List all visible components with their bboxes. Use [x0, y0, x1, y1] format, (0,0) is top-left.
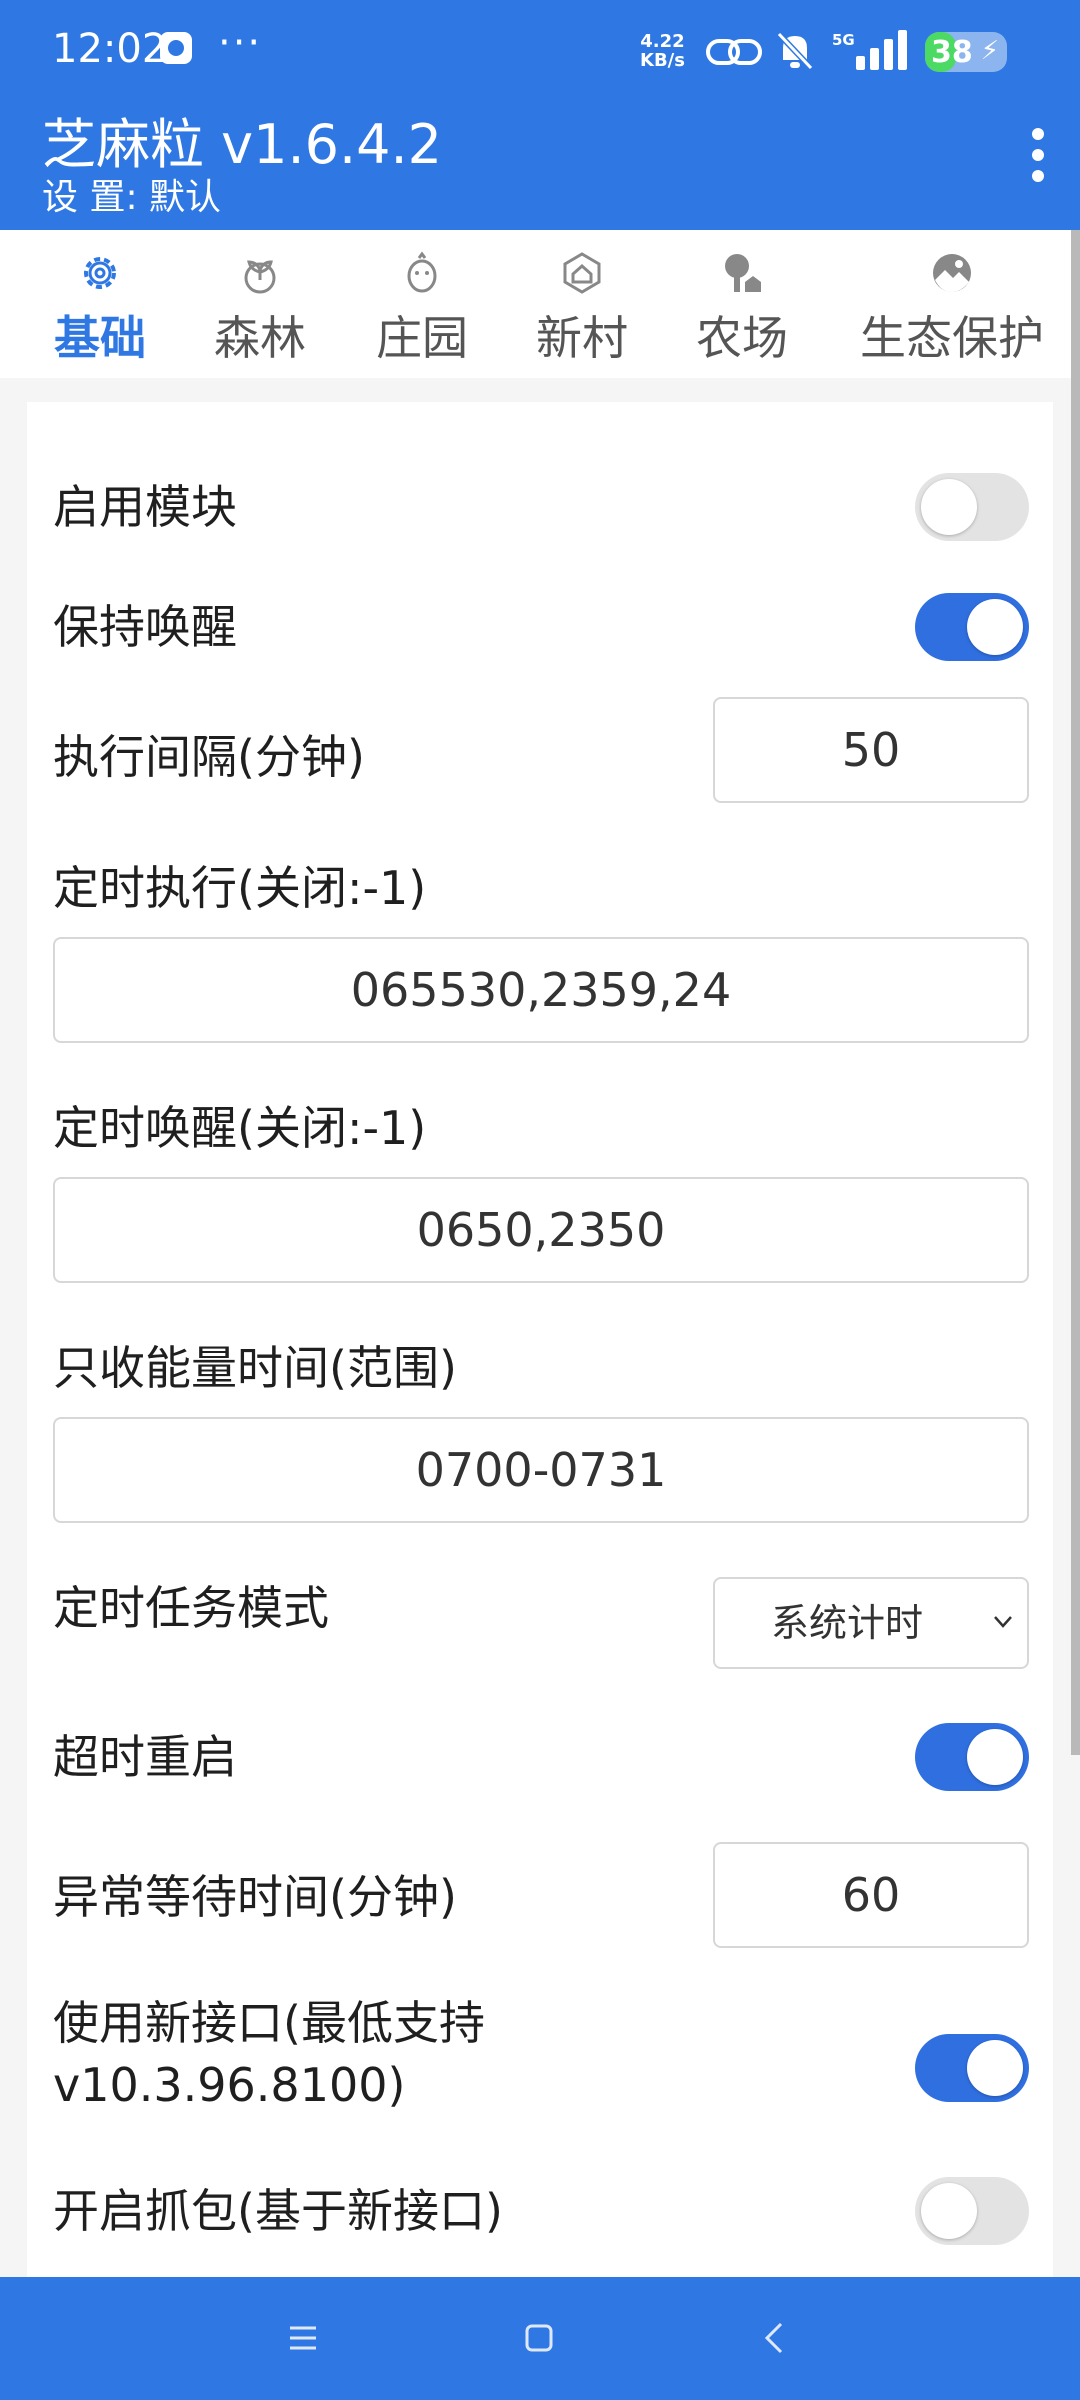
status-time: 12:02	[52, 26, 168, 72]
tab-label: 生态保护	[860, 311, 1044, 365]
charging-icon: ⚡	[980, 36, 999, 66]
setting-label: 执行间隔(分钟)	[53, 730, 365, 784]
setting-energy-time: 只收能量时间(范围) 0700-0731	[53, 1337, 1029, 1537]
landscape-icon	[933, 254, 971, 292]
scheduled-wake-input[interactable]: 0650,2350	[53, 1177, 1029, 1283]
sprout-icon	[244, 260, 276, 294]
hotspot-link-icon	[706, 39, 762, 65]
app-subtitle: 设 置: 默认	[42, 177, 222, 218]
setting-enable-module: 启用模块	[53, 452, 1029, 562]
app-bar: 芝麻粒 v1.6.4.2 设 置: 默认	[0, 100, 1080, 230]
setting-label-line1: 使用新接口(最低支持	[53, 1996, 485, 2050]
setting-task-mode: 定时任务模式 系统计时	[53, 1577, 1029, 1677]
new-api-toggle[interactable]	[915, 2034, 1029, 2102]
tab-village[interactable]: 新村	[522, 230, 642, 378]
scrollbar-thumb[interactable]	[1071, 230, 1080, 1755]
setting-label: 保持唤醒	[53, 600, 237, 654]
tab-forest[interactable]: 森林	[200, 230, 320, 378]
setting-capture: 开启抓包(基于新接口)	[53, 2162, 1029, 2272]
tab-manor[interactable]: 庄园	[362, 230, 482, 378]
scheduled-exec-input[interactable]: 065530,2359,24	[53, 937, 1029, 1043]
signal-icon	[856, 30, 907, 70]
exec-interval-input[interactable]: 50	[713, 697, 1029, 803]
setting-label: 定时唤醒(关闭:-1)	[53, 1101, 427, 1155]
enable-module-toggle[interactable]	[915, 473, 1029, 541]
status-bar: 12:02 ··· 4.22 KB/s 5G 38 ⚡	[0, 0, 1080, 100]
menu-nav-icon[interactable]	[278, 2313, 328, 2363]
home-nav-icon[interactable]	[514, 2313, 564, 2363]
more-notifications-icon: ···	[218, 20, 263, 66]
house-badge-icon	[563, 252, 601, 294]
network-speed: 4.22 KB/s	[640, 32, 685, 70]
setting-scheduled-wake: 定时唤醒(关闭:-1) 0650,2350	[53, 1097, 1029, 1297]
tab-label: 森林	[214, 311, 306, 365]
more-menu-icon[interactable]	[1030, 128, 1046, 188]
setting-exec-interval: 执行间隔(分钟) 50	[53, 697, 1029, 817]
setting-keep-awake: 保持唤醒	[53, 572, 1029, 682]
keep-awake-toggle[interactable]	[915, 593, 1029, 661]
back-nav-icon[interactable]	[750, 2313, 800, 2363]
task-mode-select[interactable]: 系统计时	[713, 1577, 1029, 1669]
battery-icon: 38 ⚡	[925, 32, 1007, 72]
setting-label: 定时任务模式	[53, 1581, 329, 1635]
capture-toggle[interactable]	[915, 2177, 1029, 2245]
setting-label: 开启抓包(基于新接口)	[53, 2184, 503, 2238]
tab-basic[interactable]: 基础	[40, 230, 160, 378]
gear-icon	[84, 257, 116, 289]
setting-error-wait: 异常等待时间(分钟) 60	[53, 1842, 1029, 1962]
setting-label: 超时重启	[53, 1730, 237, 1784]
tab-label: 庄园	[376, 311, 468, 365]
setting-new-api: 使用新接口(最低支持 v10.3.96.8100)	[53, 1992, 1029, 2132]
setting-label-line2: v10.3.96.8100)	[53, 2058, 406, 2112]
notification-app-icon	[160, 32, 192, 64]
tab-label: 新村	[536, 311, 628, 365]
energy-time-input[interactable]: 0700-0731	[53, 1417, 1029, 1523]
network-speed-unit: KB/s	[640, 50, 685, 71]
mute-bell-icon	[776, 31, 814, 71]
error-wait-input[interactable]: 60	[713, 1842, 1029, 1948]
task-mode-selected: 系统计时	[771, 1601, 924, 1645]
tree-house-icon	[725, 254, 761, 292]
tab-farm[interactable]: 农场	[682, 230, 802, 378]
setting-label: 启用模块	[53, 480, 237, 534]
network-type: 5G	[832, 31, 855, 49]
tab-bar: 基础 森林 庄园 新村 农场 生态保护	[0, 230, 1080, 378]
settings-card: 启用模块 保持唤醒 执行间隔(分钟) 50 定时执行(关闭:-1) 065530…	[27, 402, 1053, 2277]
setting-label: 异常等待时间(分钟)	[53, 1870, 457, 1924]
network-speed-value: 4.22	[640, 31, 685, 52]
tab-label: 基础	[54, 311, 146, 365]
setting-label: 只收能量时间(范围)	[53, 1341, 457, 1395]
setting-scheduled-exec: 定时执行(关闭:-1) 065530,2359,24	[53, 857, 1029, 1057]
tab-label: 农场	[696, 311, 788, 365]
setting-timeout-restart: 超时重启	[53, 1702, 1029, 1812]
navigation-bar	[0, 2277, 1080, 2400]
battery-percent: 38	[931, 35, 973, 70]
setting-label: 定时执行(关闭:-1)	[53, 861, 427, 915]
chevron-down-icon	[994, 1616, 1012, 1628]
timeout-restart-toggle[interactable]	[915, 1723, 1029, 1791]
chick-icon	[407, 251, 437, 293]
tab-eco-protection[interactable]: 生态保护	[852, 230, 1052, 378]
